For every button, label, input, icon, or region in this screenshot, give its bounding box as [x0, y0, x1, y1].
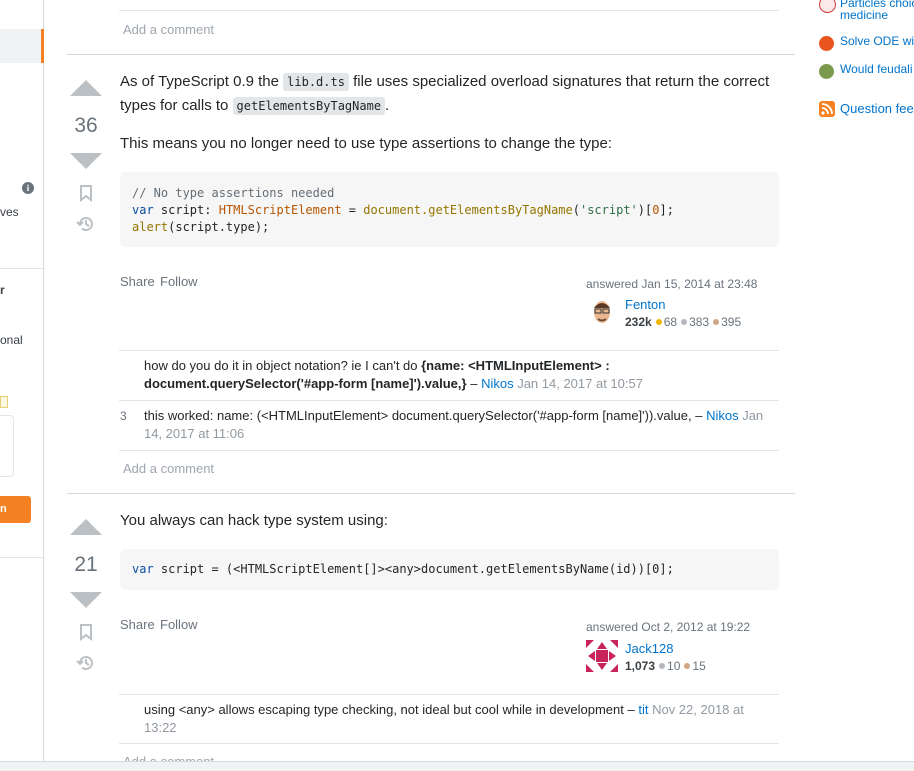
comment-user-link[interactable]: Nikos: [481, 376, 514, 391]
left-nav-active-item[interactable]: [0, 29, 44, 63]
left-sidebar: [0, 0, 44, 770]
share-link[interactable]: Share: [120, 274, 155, 289]
user-name-link[interactable]: Jack128: [625, 641, 673, 656]
sidebar-fragment: r: [0, 283, 5, 297]
avatar[interactable]: [591, 296, 613, 328]
history-icon[interactable]: [76, 654, 95, 675]
math-icon: [819, 36, 834, 51]
add-comment-link[interactable]: Add a comment: [123, 461, 214, 476]
bronze-badge-icon: [713, 319, 720, 325]
bookmark-icon[interactable]: [79, 624, 93, 644]
sidebar-badge: [0, 396, 8, 408]
comment-divider: [119, 350, 779, 351]
avatar[interactable]: [586, 640, 618, 672]
sidebar-fragment: onal: [0, 333, 23, 347]
user-reputation: 1,073 10 15: [625, 659, 706, 673]
inline-code: lib.d.ts: [283, 73, 349, 91]
answered-timestamp: answered Oct 2, 2012 at 19:22: [586, 620, 751, 634]
comment-divider: [119, 450, 779, 451]
answered-timestamp: answered Jan 15, 2014 at 23:48: [586, 277, 758, 291]
code-block: // No type assertions needed var script:…: [120, 172, 779, 247]
chemistry-icon: [819, 0, 836, 13]
follow-link[interactable]: Follow: [160, 617, 198, 632]
vote-count: 36: [74, 114, 98, 137]
bookmark-icon[interactable]: [79, 185, 93, 205]
downvote-button[interactable]: [70, 153, 102, 169]
comment-divider: [119, 743, 779, 744]
user-reputation: 232k 68 383 395: [625, 315, 742, 329]
user-name-link[interactable]: Fenton: [625, 297, 665, 312]
answer-body-paragraph: You always can hack type system using:: [120, 512, 388, 529]
upvote-button[interactable]: [70, 519, 102, 535]
follow-link[interactable]: Follow: [160, 274, 198, 289]
silver-badge-icon: [681, 319, 688, 325]
history-icon[interactable]: [76, 215, 95, 236]
sidebar-fragment: ves: [0, 205, 19, 219]
comment-divider: [119, 694, 779, 695]
answer-body-paragraph: This means you no longer need to use typ…: [120, 135, 612, 152]
code-block: var script = (<HTMLScriptElement[]><any>…: [120, 549, 779, 590]
silver-badge-icon: [659, 663, 666, 669]
comment-user-link[interactable]: Nikos: [706, 408, 739, 423]
answer-body-paragraph: As of TypeScript 0.9 the lib.d.ts file u…: [120, 73, 770, 115]
comment: this worked: name: (<HTMLInputElement> d…: [144, 408, 764, 441]
answer-divider: [67, 54, 795, 55]
sidebar-orange-button[interactable]: n: [0, 496, 31, 523]
downvote-button[interactable]: [70, 592, 102, 608]
comment-divider: [119, 400, 779, 401]
vote-count: 21: [74, 553, 98, 576]
gold-badge-icon: [655, 319, 662, 325]
worldbuilding-icon: [819, 64, 834, 79]
sidebar-card: [0, 415, 14, 477]
upvote-button[interactable]: [70, 80, 102, 96]
share-link[interactable]: Share: [120, 617, 155, 632]
info-icon[interactable]: i: [22, 182, 34, 194]
sidebar-divider: [0, 268, 43, 269]
answer-divider: [67, 493, 795, 494]
inline-code: getElementsByTagName: [232, 97, 386, 115]
comment: how do you do it in object notation? ie …: [144, 358, 643, 391]
comment-divider: [119, 10, 779, 11]
comment-score: 3: [120, 409, 127, 423]
comment: using <any> allows escaping type checkin…: [144, 702, 744, 735]
comment-user-link[interactable]: tit: [638, 702, 648, 717]
add-comment-link[interactable]: Add a comment: [123, 22, 214, 37]
rss-icon: [819, 101, 835, 117]
sidebar-divider: [0, 557, 43, 558]
bronze-badge-icon: [684, 663, 691, 669]
